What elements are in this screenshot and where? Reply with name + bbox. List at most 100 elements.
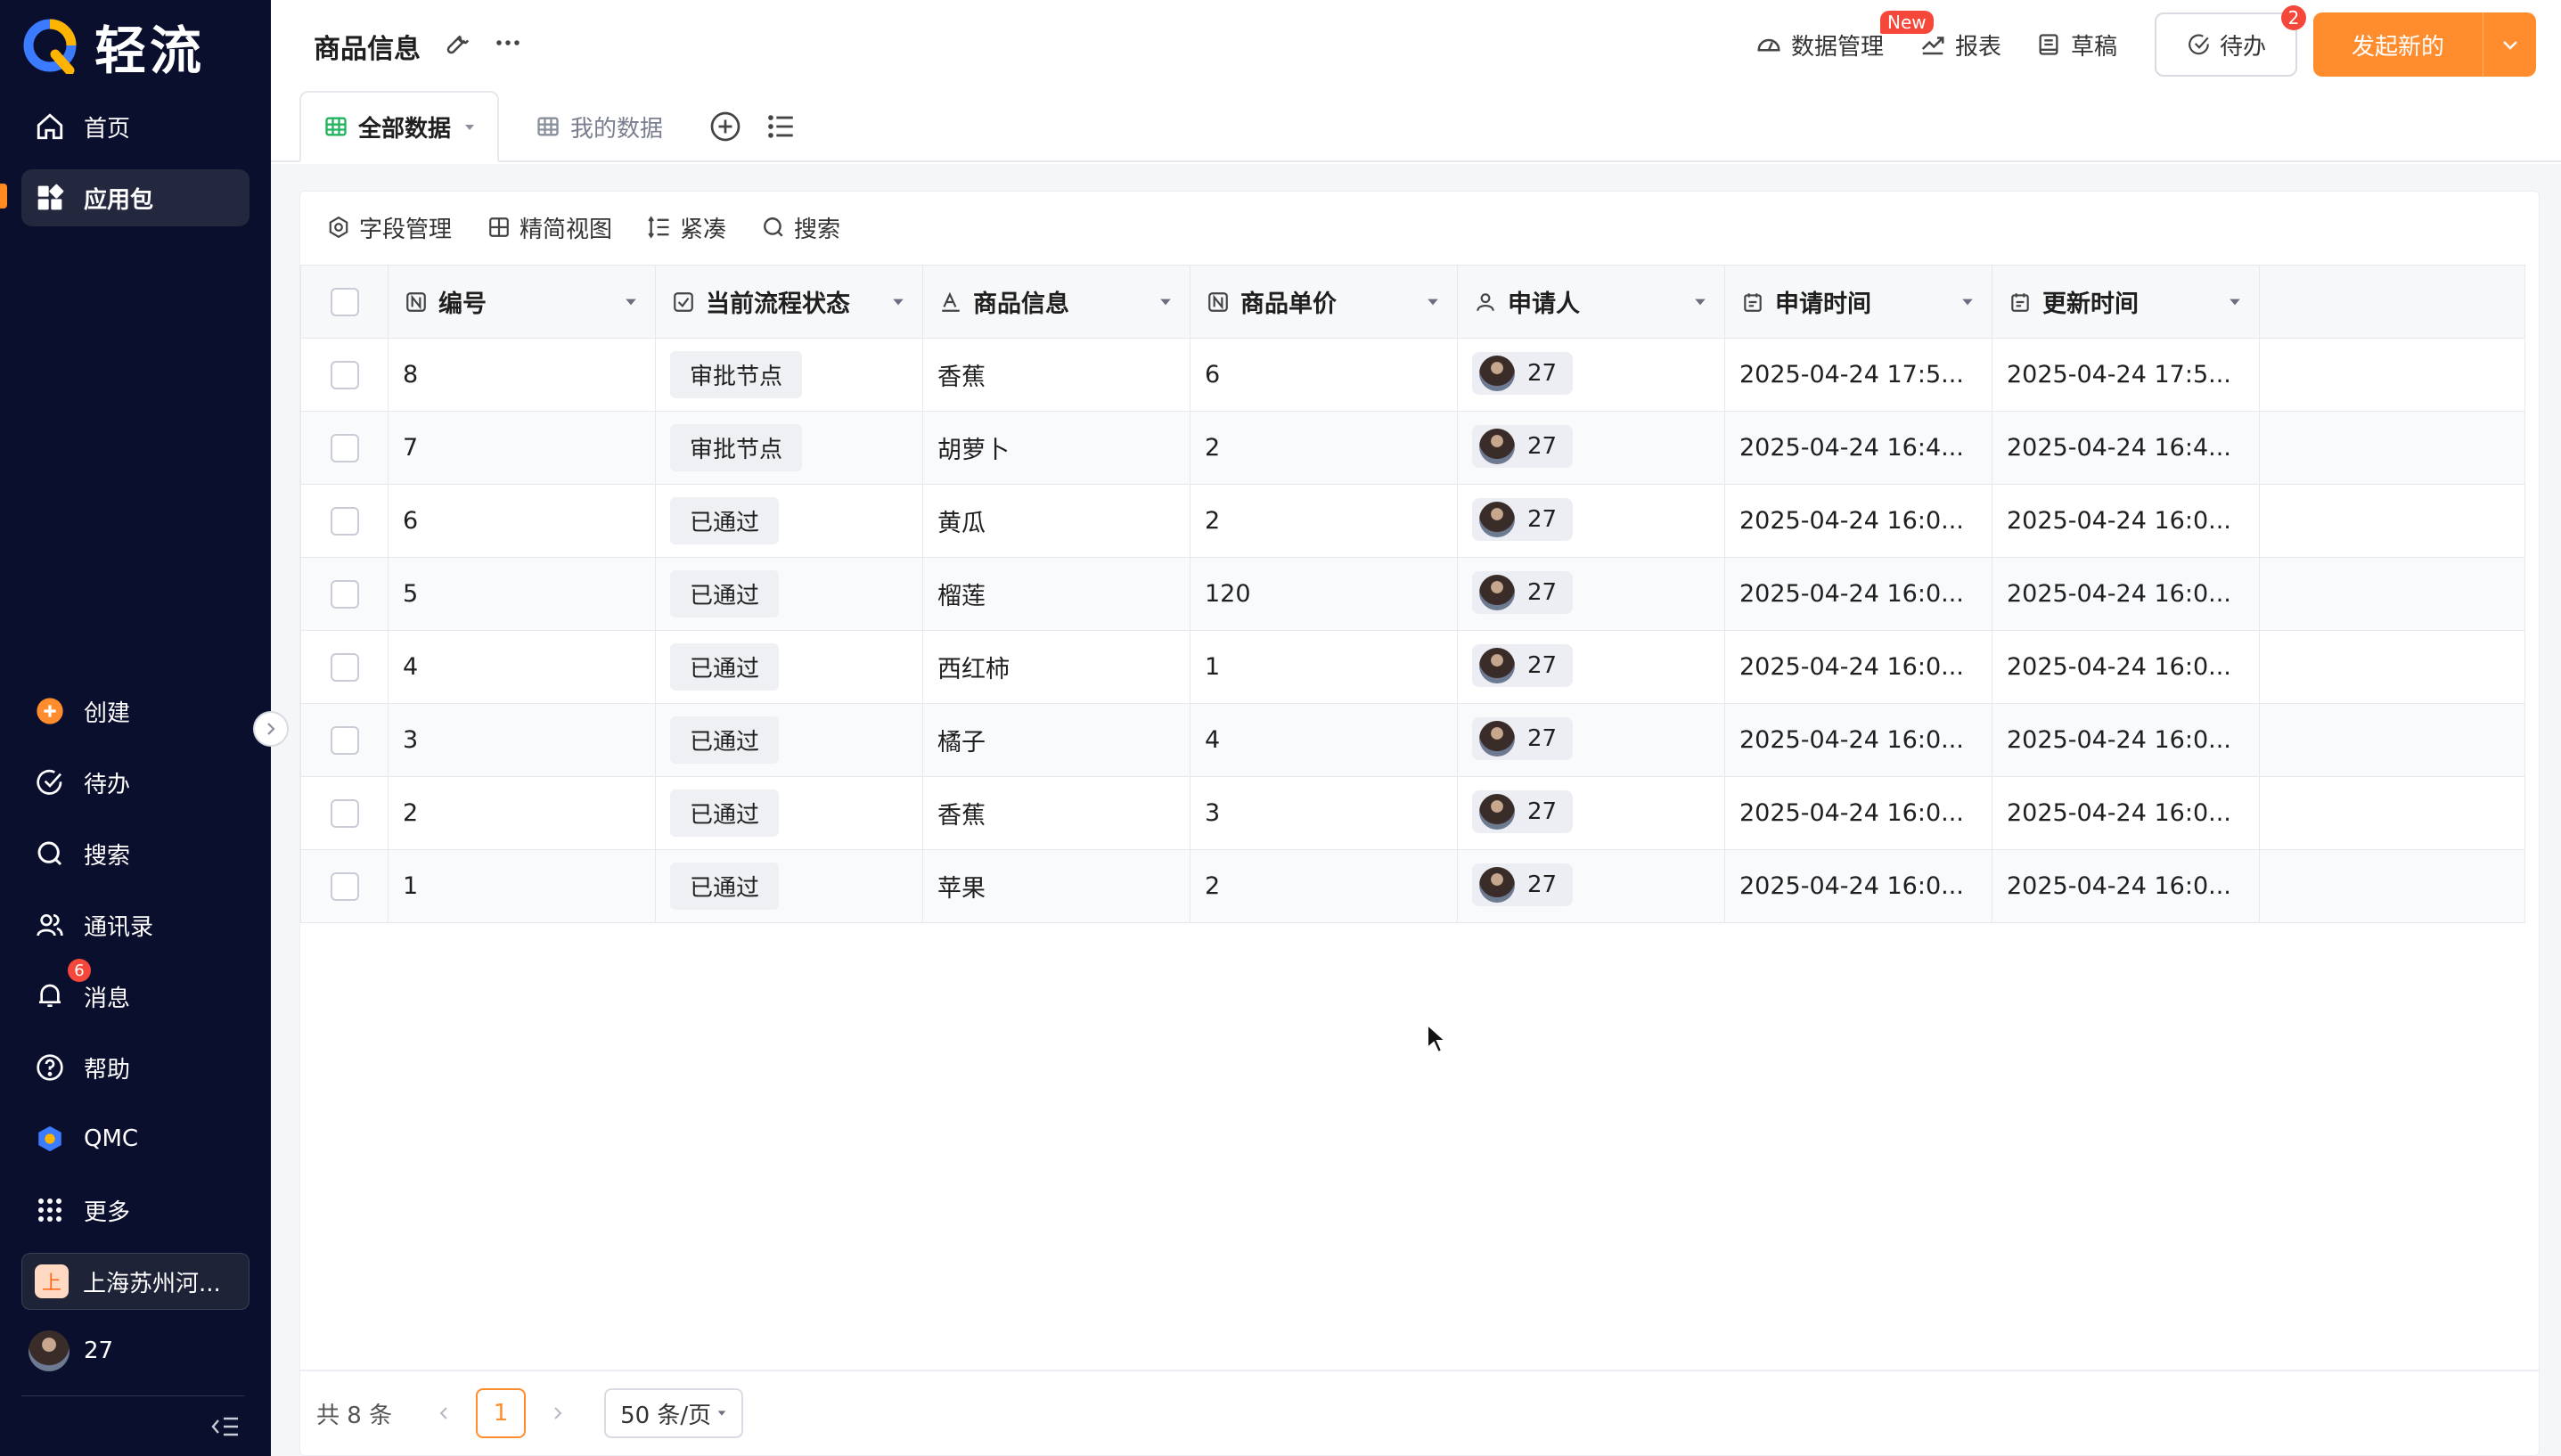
row-checkbox[interactable] [330, 360, 359, 389]
sidebar-item-apps[interactable]: 应用包 [21, 169, 250, 226]
column-header-status[interactable]: 当前流程状态 [655, 265, 923, 339]
cell-id[interactable]: 1 [388, 849, 656, 923]
caret-down-icon[interactable] [2225, 292, 2245, 312]
column-header-apply-time[interactable]: 申请时间 [1724, 265, 1992, 339]
caret-down-icon[interactable] [1690, 292, 1710, 312]
row-checkbox[interactable] [330, 871, 359, 901]
cell-price[interactable]: 2 [1190, 484, 1458, 558]
cell-update-time[interactable]: 2025-04-24 16:4... [1992, 411, 2260, 485]
cell-applicant[interactable]: 27 [1457, 484, 1725, 558]
cell-update-time[interactable]: 2025-04-24 16:0... [1992, 849, 2260, 923]
sidebar-item-create[interactable]: 创建 [21, 683, 250, 740]
cell-status[interactable]: 审批节点 [655, 411, 923, 485]
sidebar-item-messages[interactable]: 消息 6 [21, 959, 250, 1025]
cell-update-time[interactable]: 2025-04-24 16:0... [1992, 557, 2260, 631]
cell-update-time[interactable]: 2025-04-24 16:0... [1992, 484, 2260, 558]
caret-down-icon[interactable] [1156, 292, 1175, 312]
table-row[interactable]: 7 审批节点 胡萝卜 2 27 2025-04-24 16:4... 2025-04-24 … [300, 411, 2525, 485]
column-header-id[interactable]: 编号 [388, 265, 656, 339]
table-row[interactable]: 4 已通过 西红柿 1 27 2025-04-24 16:0... 2025-04-24 1… [300, 630, 2525, 704]
cell-applicant[interactable]: 27 [1457, 849, 1725, 923]
todo-button[interactable]: 待办 [2155, 12, 2297, 77]
table-row[interactable]: 6 已通过 黄瓜 2 27 2025-04-24 16:0... 2025-04-24 16… [300, 484, 2525, 558]
table-row[interactable]: 2 已通过 香蕉 3 27 2025-04-24 16:0... 2025-04-24 16… [300, 776, 2525, 850]
cell-id[interactable]: 4 [388, 630, 656, 704]
tab-all-data[interactable]: 全部数据 [299, 91, 500, 162]
row-checkbox[interactable] [330, 433, 359, 462]
cell-status[interactable]: 已通过 [655, 484, 923, 558]
cell-price[interactable]: 1 [1190, 630, 1458, 704]
column-header-price[interactable]: 商品单价 [1190, 265, 1458, 339]
org-switcher[interactable]: 上 上海苏州河... [21, 1253, 250, 1310]
cell-product[interactable]: 苹果 [922, 849, 1190, 923]
next-page-icon[interactable] [540, 1395, 576, 1431]
cell-product[interactable]: 西红柿 [922, 630, 1190, 704]
sidebar-item-qmc[interactable]: QMC [21, 1110, 250, 1167]
cell-apply-time[interactable]: 2025-04-24 16:0... [1724, 703, 1992, 777]
cell-price[interactable]: 120 [1190, 557, 1458, 631]
table-row[interactable]: 3 已通过 橘子 4 27 2025-04-24 16:0... 2025-04-24 16… [300, 703, 2525, 777]
wrench-icon[interactable] [442, 27, 474, 59]
cell-status[interactable]: 已通过 [655, 557, 923, 631]
cell-update-time[interactable]: 2025-04-24 17:5... [1992, 338, 2260, 412]
cell-applicant[interactable]: 27 [1457, 557, 1725, 631]
cell-product[interactable]: 香蕉 [922, 338, 1190, 412]
sidebar-item-search[interactable]: 搜索 [21, 825, 250, 882]
cell-status[interactable]: 已通过 [655, 630, 923, 704]
compact-view-button[interactable]: 精简视图 [486, 211, 612, 244]
field-management-button[interactable]: 字段管理 [325, 211, 452, 244]
column-header-product[interactable]: 商品信息 [922, 265, 1190, 339]
cell-status[interactable]: 已通过 [655, 776, 923, 850]
row-checkbox[interactable] [330, 579, 359, 609]
cell-applicant[interactable]: 27 [1457, 411, 1725, 485]
cell-status[interactable]: 已通过 [655, 703, 923, 777]
user-profile[interactable]: 27 [29, 1322, 113, 1379]
table-row[interactable]: 1 已通过 苹果 2 27 2025-04-24 16:0... 2025-04-24 16… [300, 849, 2525, 923]
chevron-down-icon[interactable] [2483, 34, 2536, 55]
table-row[interactable]: 5 已通过 榴莲 120 27 2025-04-24 16:0... 2025-04-24 … [300, 557, 2525, 631]
cell-status[interactable]: 已通过 [655, 849, 923, 923]
caret-down-icon[interactable] [1423, 292, 1443, 312]
density-button[interactable]: 紧凑 [646, 211, 726, 244]
start-new-button[interactable]: 发起新的 [2313, 12, 2536, 77]
row-checkbox[interactable] [330, 652, 359, 682]
cell-update-time[interactable]: 2025-04-24 16:0... [1992, 776, 2260, 850]
view-list-icon[interactable] [766, 91, 797, 162]
cell-product[interactable]: 黄瓜 [922, 484, 1190, 558]
row-checkbox[interactable] [330, 798, 359, 828]
cell-applicant[interactable]: 27 [1457, 703, 1725, 777]
sidebar-item-contacts[interactable]: 通讯录 [21, 896, 250, 953]
page-number-current[interactable]: 1 [476, 1388, 527, 1438]
cell-apply-time[interactable]: 2025-04-24 16:0... [1724, 776, 1992, 850]
table-row[interactable]: 8 审批节点 香蕉 6 27 2025-04-24 17:5... 2025-04-24 1… [300, 338, 2525, 412]
cell-apply-time[interactable]: 2025-04-24 16:0... [1724, 630, 1992, 704]
cell-id[interactable]: 3 [388, 703, 656, 777]
more-dots-icon[interactable] [492, 27, 524, 59]
table-search-button[interactable]: 搜索 [760, 211, 840, 244]
cell-applicant[interactable]: 27 [1457, 776, 1725, 850]
caret-down-icon[interactable] [1958, 292, 1977, 312]
cell-product[interactable]: 胡萝卜 [922, 411, 1190, 485]
prev-page-icon[interactable] [426, 1395, 462, 1431]
cell-product[interactable]: 橘子 [922, 703, 1190, 777]
cell-applicant[interactable]: 27 [1457, 630, 1725, 704]
sidebar-item-more[interactable]: 更多 [21, 1182, 250, 1239]
report-link[interactable]: 报表 [1918, 27, 2001, 62]
caret-down-icon[interactable] [888, 292, 908, 312]
tab-my-data[interactable]: 我的数据 [535, 91, 663, 162]
sidebar-item-home[interactable]: 首页 [21, 98, 250, 155]
cell-apply-time[interactable]: 2025-04-24 17:5... [1724, 338, 1992, 412]
cell-id[interactable]: 5 [388, 557, 656, 631]
cell-product[interactable]: 香蕉 [922, 776, 1190, 850]
cell-id[interactable]: 7 [388, 411, 656, 485]
sidebar-item-help[interactable]: 帮助 [21, 1039, 250, 1096]
cell-price[interactable]: 3 [1190, 776, 1458, 850]
cell-applicant[interactable]: 27 [1457, 338, 1725, 412]
expand-panel-button[interactable] [253, 711, 289, 747]
data-management-link[interactable]: 数据管理 [1754, 27, 1884, 62]
cell-price[interactable]: 6 [1190, 338, 1458, 412]
cell-apply-time[interactable]: 2025-04-24 16:0... [1724, 557, 1992, 631]
sidebar-item-todo[interactable]: 待办 [21, 754, 250, 811]
cell-update-time[interactable]: 2025-04-24 16:0... [1992, 703, 2260, 777]
cell-apply-time[interactable]: 2025-04-24 16:0... [1724, 849, 1992, 923]
